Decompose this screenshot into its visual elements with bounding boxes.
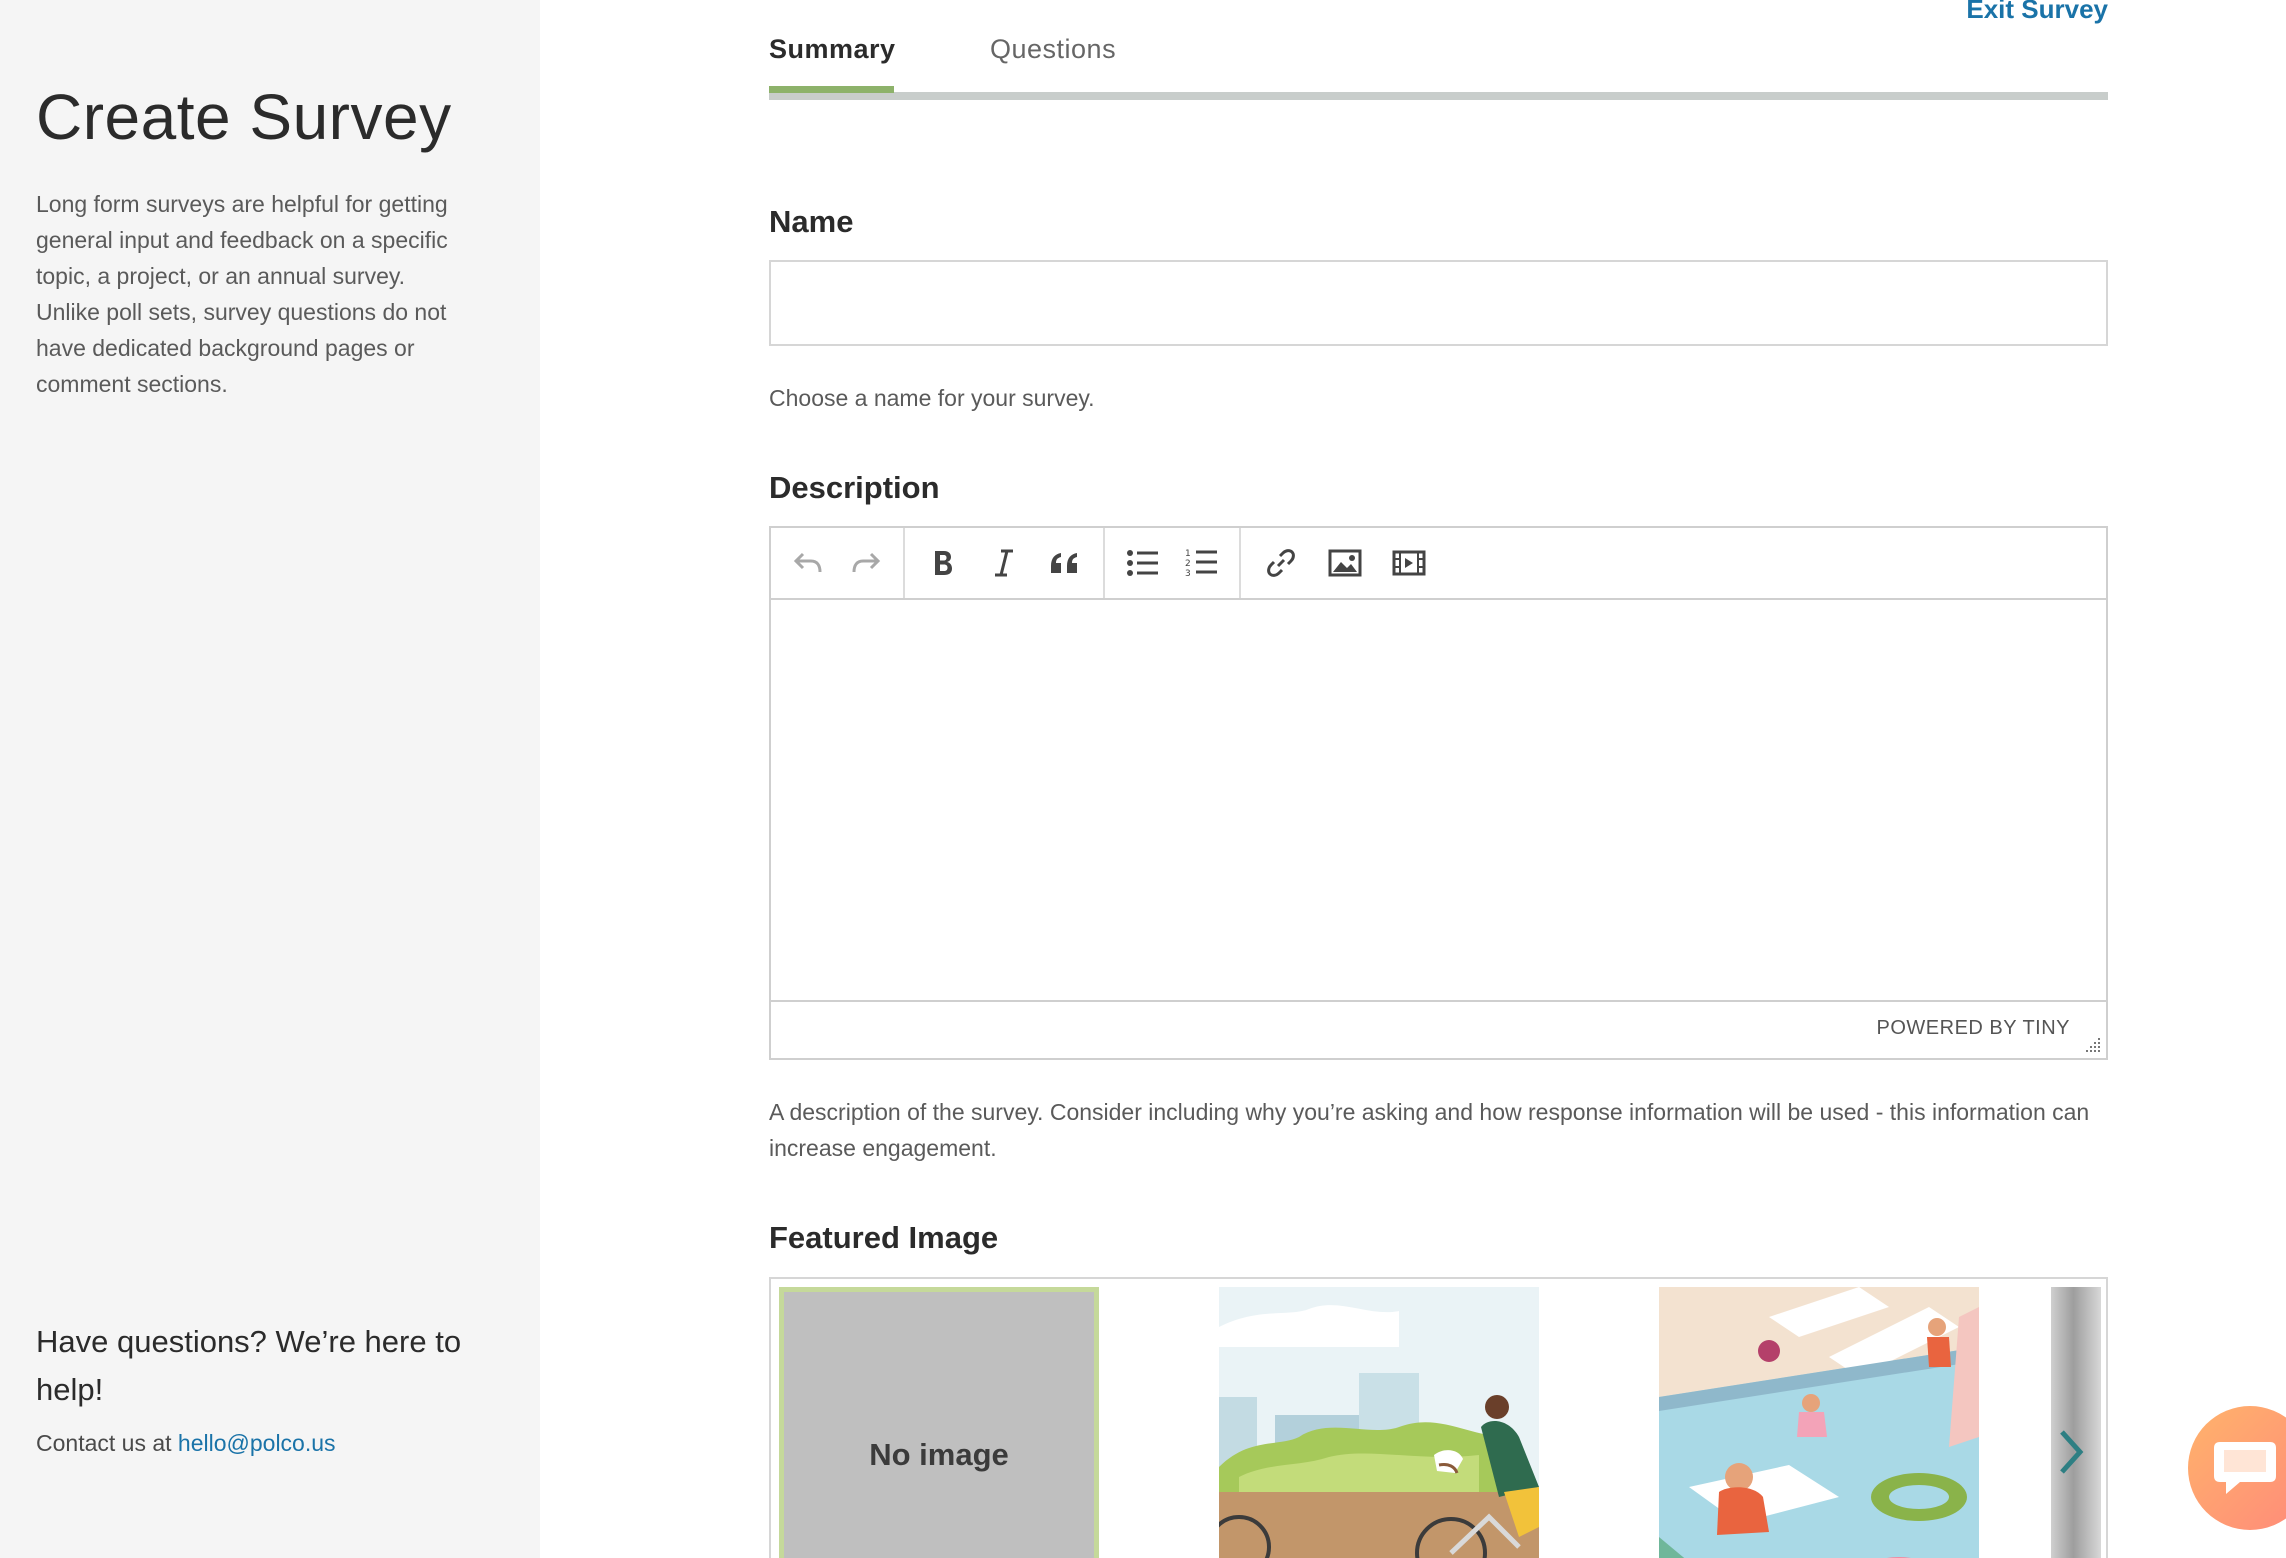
contact-email-link[interactable]: hello@polco.us [178, 1430, 336, 1456]
description-label: Description [769, 470, 940, 505]
bold-button[interactable] [913, 533, 974, 593]
tab-active-indicator [769, 86, 894, 93]
blockquote-button[interactable] [1034, 533, 1095, 593]
bullet-list-icon [1126, 550, 1158, 576]
no-image-label: No image [869, 1437, 1009, 1472]
image-option-none[interactable]: No image [779, 1287, 1099, 1558]
svg-text:2: 2 [1185, 559, 1191, 569]
exit-survey-link[interactable]: Exit Survey [1966, 0, 2108, 25]
chat-launcher-button[interactable] [2188, 1406, 2286, 1530]
numbered-list-icon: 123 [1185, 549, 1217, 579]
name-input[interactable] [769, 260, 2108, 346]
image-option-park-illustration[interactable] [1219, 1287, 1539, 1558]
video-icon [1392, 550, 1426, 576]
toolbar-group-history [771, 528, 905, 598]
bold-icon [935, 551, 953, 575]
name-label: Name [769, 204, 854, 239]
bullet-list-button[interactable] [1113, 533, 1172, 593]
toolbar-group-insert [1241, 528, 1451, 598]
editor-statusbar: POWERED BY TINY [771, 1000, 2106, 1058]
help-heading: Have questions? We’re here to help! [36, 1324, 462, 1407]
redo-button[interactable] [837, 533, 895, 593]
tab-track [769, 92, 2108, 100]
resize-grip-icon[interactable] [2084, 1036, 2102, 1054]
contact-prefix: Contact us at [36, 1430, 178, 1456]
undo-icon [793, 552, 822, 573]
editor-toolbar: 123 [771, 528, 2106, 600]
italic-button[interactable] [974, 533, 1035, 593]
image-button[interactable] [1313, 533, 1377, 593]
undo-button[interactable] [779, 533, 837, 593]
sidebar: Create Survey Long form surveys are help… [0, 0, 540, 1558]
blockquote-icon [1050, 553, 1077, 573]
page-description: Long form surveys are helpful for gettin… [36, 191, 448, 397]
carousel-fade-edge [2051, 1287, 2101, 1558]
image-icon [1328, 549, 1362, 577]
featured-image-label: Featured Image [769, 1220, 999, 1255]
editor-content-area[interactable] [771, 600, 2106, 1002]
tab-summary[interactable]: Summary [769, 34, 896, 65]
svg-text:1: 1 [1185, 549, 1191, 559]
name-hint: Choose a name for your survey. [769, 385, 1095, 411]
numbered-list-button[interactable]: 123 [1172, 533, 1231, 593]
link-icon [1267, 549, 1295, 577]
toolbar-group-lists: 123 [1105, 528, 1241, 598]
description-hint: A description of the survey. Consider in… [769, 1099, 2090, 1161]
link-button[interactable] [1249, 533, 1313, 593]
image-option-pool-illustration[interactable] [1659, 1287, 1979, 1558]
toolbar-group-format [905, 528, 1105, 598]
powered-by-tiny[interactable]: POWERED BY TINY [1877, 1017, 2070, 1040]
video-button[interactable] [1377, 533, 1441, 593]
italic-icon [995, 549, 1013, 577]
page-title: Create Survey [36, 81, 452, 153]
rich-text-editor: 123 POWERED BY TINY [769, 526, 2108, 1060]
tab-questions[interactable]: Questions [990, 34, 1116, 65]
featured-image-carousel: No image [769, 1277, 2108, 1558]
carousel-next-chevron-icon[interactable] [2052, 1424, 2092, 1480]
redo-icon [852, 552, 881, 573]
svg-text:3: 3 [1185, 569, 1191, 579]
tab-bar: Summary Questions [769, 28, 2108, 100]
help-contact: Contact us at hello@polco.us [36, 1430, 336, 1457]
chat-bubble-icon [2214, 1442, 2276, 1494]
